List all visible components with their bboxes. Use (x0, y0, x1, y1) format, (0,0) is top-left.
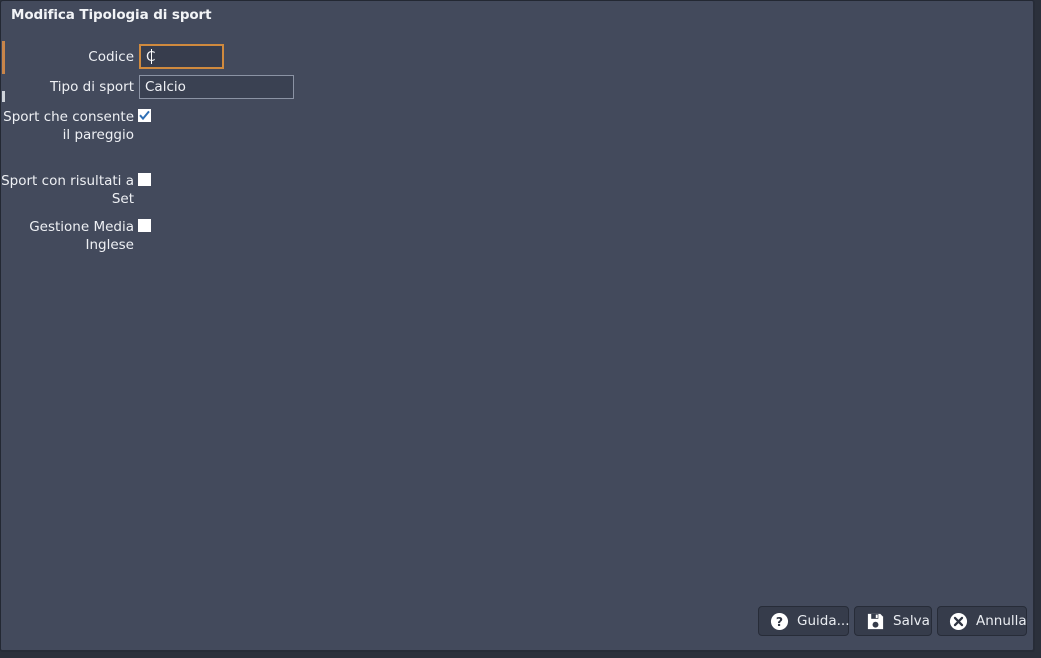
svg-text:?: ? (776, 614, 783, 628)
dialog-button-bar: ? Guida... Salva Annulla (1, 594, 1033, 650)
checkbox-sport-pareggio[interactable] (138, 109, 151, 122)
annulla-button-label: Annulla (976, 613, 1027, 629)
salva-button-label: Salva (893, 613, 930, 629)
edit-sport-type-dialog: Modifica Tipologia di sport Codice Tipo … (0, 0, 1035, 652)
label-codice: Codice (88, 49, 134, 65)
checkbox-gestione-media-inglese[interactable] (138, 219, 151, 232)
label-gestione-media-inglese: Gestione Media Inglese (29, 219, 134, 253)
salva-button[interactable]: Salva (854, 606, 932, 636)
cancel-x-circle-icon (949, 612, 968, 630)
guida-button-label: Guida... (797, 613, 850, 629)
checkmark-icon (139, 110, 150, 121)
floppy-disk-save-icon (867, 613, 884, 629)
label-sport-risultati-set: Sport con risultati a Set (1, 173, 134, 207)
dialog-title-bar: Modifica Tipologia di sport (1, 1, 1033, 29)
window-right-shadow (1035, 4, 1041, 658)
help-circle-icon: ? (770, 612, 789, 630)
dialog-title: Modifica Tipologia di sport (11, 7, 212, 23)
input-tipo-di-sport[interactable] (139, 75, 294, 99)
window-bottom-shadow (0, 652, 1041, 658)
checkbox-sport-risultati-set[interactable] (138, 173, 151, 186)
label-sport-pareggio: Sport che consente il pareggio (3, 109, 134, 143)
label-tipo-di-sport: Tipo di sport (49, 79, 134, 95)
annulla-button[interactable]: Annulla (937, 606, 1027, 636)
text-caret (151, 49, 152, 64)
guida-button[interactable]: ? Guida... (758, 606, 849, 636)
